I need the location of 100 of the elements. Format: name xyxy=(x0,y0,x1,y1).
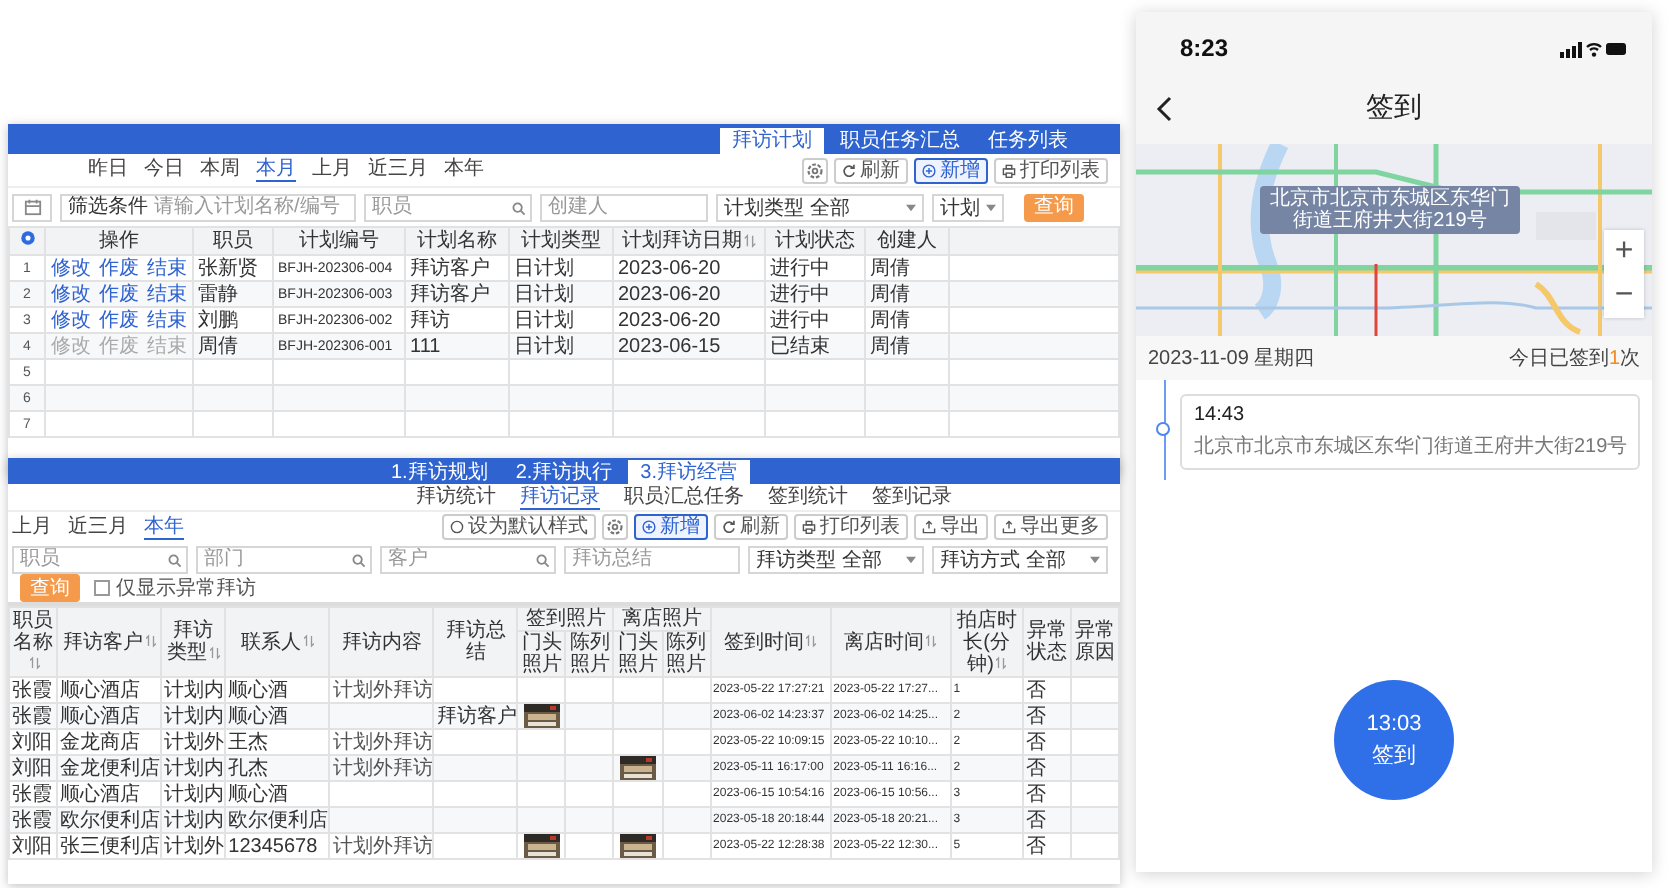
calendar-icon xyxy=(23,198,41,216)
export-icon xyxy=(1002,520,1016,534)
period-tab[interactable]: 本月 xyxy=(256,158,296,182)
toolbar-button[interactable]: 打印列表 xyxy=(994,157,1108,183)
period-tab[interactable]: 昨日 xyxy=(88,158,128,182)
caret-icon xyxy=(1090,555,1100,563)
toolbar-button[interactable]: 新增 xyxy=(914,157,988,183)
search-icon xyxy=(352,553,366,567)
tab[interactable]: 拜访计划 xyxy=(720,128,824,154)
select-field[interactable]: 拜访方式 全部 xyxy=(932,545,1108,573)
sort-icon[interactable] xyxy=(926,634,937,649)
date-field[interactable] xyxy=(12,193,52,221)
column-header: 陈列照片 xyxy=(565,631,614,677)
period-tab[interactable]: 近三月 xyxy=(368,158,428,182)
sub-tab[interactable]: 职员汇总任务 xyxy=(624,485,744,509)
sort-icon[interactable] xyxy=(29,656,40,671)
column-header: 职员 xyxy=(193,227,273,255)
status-icons xyxy=(1560,39,1628,57)
sub-tab[interactable]: 签到统计 xyxy=(768,485,848,509)
caret-icon xyxy=(906,555,916,563)
refresh-icon xyxy=(842,163,856,177)
table-cell: 日计划 xyxy=(509,281,613,307)
settings-icon[interactable] xyxy=(19,230,35,246)
settings-button[interactable] xyxy=(602,514,628,540)
table-cell: 计划外 xyxy=(161,833,226,859)
toolbar-button[interactable]: 导出 xyxy=(914,514,988,540)
table-cell: 111 xyxy=(405,333,509,359)
filter-field[interactable]: 创建人 xyxy=(540,193,708,221)
field-label: 筛选条件 xyxy=(68,195,148,219)
tab[interactable]: 任务列表 xyxy=(976,128,1080,154)
table-cell: 12345678 xyxy=(225,833,330,859)
table-cell: 2023-06-20 xyxy=(613,281,765,307)
select-field[interactable]: 计划类型 全部 xyxy=(716,193,924,221)
circle-icon xyxy=(450,520,464,534)
period-tab[interactable]: 近三月 xyxy=(68,515,128,539)
action-link[interactable]: 结束 xyxy=(147,283,187,305)
select-field[interactable]: 拜访类型 全部 xyxy=(748,545,924,573)
search-field[interactable]: 职员 xyxy=(12,545,188,573)
sort-icon[interactable] xyxy=(303,634,314,649)
toolbar-button[interactable]: 新增 xyxy=(634,514,708,540)
tab[interactable]: 1.拜访规划 xyxy=(378,460,500,484)
search-field[interactable]: 客户 xyxy=(380,545,556,573)
printer-icon xyxy=(1002,163,1016,177)
search-icon xyxy=(536,553,550,567)
period-tab[interactable]: 今日 xyxy=(144,158,184,182)
column-header: 异常状态 xyxy=(1022,607,1071,677)
toolbar-button[interactable]: 刷新 xyxy=(834,157,908,183)
sort-icon[interactable] xyxy=(145,634,156,649)
tab[interactable]: 职员任务汇总 xyxy=(828,128,972,154)
checkin-count: 今日已签到1次 xyxy=(1508,346,1640,372)
search-field[interactable]: 职员 xyxy=(364,193,532,221)
search-icon xyxy=(512,201,526,215)
action-link[interactable]: 结束 xyxy=(147,309,187,331)
select-field[interactable]: 计划 xyxy=(932,193,1004,221)
tab[interactable]: 3.拜访经营 xyxy=(628,460,750,484)
sub-tab[interactable]: 拜访记录 xyxy=(520,485,600,509)
column-header: 计划类型 xyxy=(509,227,613,255)
filter-field[interactable]: 拜访总结 xyxy=(564,545,740,573)
column-header: 陈列照片 xyxy=(662,631,711,677)
checkbox[interactable] xyxy=(94,580,110,596)
sub-tab[interactable]: 签到记录 xyxy=(872,485,952,509)
toolbar-button[interactable]: 导出更多 xyxy=(994,514,1108,540)
column-group-header: 离店照片 xyxy=(613,607,711,631)
period-tab[interactable]: 本年 xyxy=(444,158,484,182)
sort-icon[interactable] xyxy=(806,634,817,649)
status-time: 8:23 xyxy=(1180,34,1229,62)
period-tab[interactable]: 本年 xyxy=(144,515,184,539)
zoom-in-button[interactable]: + xyxy=(1604,230,1644,274)
toolbar-button[interactable]: 打印列表 xyxy=(794,514,908,540)
back-button[interactable] xyxy=(1156,94,1176,122)
column-header: 异常原因 xyxy=(1070,607,1119,677)
sort-icon[interactable] xyxy=(995,656,1006,671)
period-tab[interactable]: 上月 xyxy=(12,515,52,539)
column-header: 离店时间 xyxy=(830,607,951,677)
sort-icon[interactable] xyxy=(744,233,756,248)
table-cell: 孔杰 xyxy=(225,755,330,781)
action-link[interactable]: 修改 xyxy=(51,283,91,305)
period-tab[interactable]: 上月 xyxy=(312,158,352,182)
column-header: 拜访内容 xyxy=(329,607,434,677)
zoom-out-button[interactable]: − xyxy=(1604,274,1644,318)
action-link[interactable]: 修改 xyxy=(51,309,91,331)
table-cell: 已结束 xyxy=(765,333,865,359)
toolbar-button[interactable]: 设为默认样式 xyxy=(442,514,596,540)
action-link[interactable]: 结束 xyxy=(147,257,187,279)
settings-button[interactable] xyxy=(802,157,828,183)
checkin-button[interactable]: 13:03 签到 xyxy=(1334,680,1454,800)
table-cell: 周倩 xyxy=(193,333,273,359)
column-header: 计划状态 xyxy=(765,227,865,255)
action-link[interactable]: 修改 xyxy=(51,257,91,279)
table-cell: 张霞 xyxy=(9,807,58,833)
sort-icon[interactable] xyxy=(209,645,220,660)
search-field[interactable]: 部门 xyxy=(196,545,372,573)
column-group-header: 签到照片 xyxy=(517,607,614,631)
plus-circle-icon xyxy=(922,163,936,177)
table-cell: 雷静 xyxy=(193,281,273,307)
toolbar-button[interactable]: 刷新 xyxy=(714,514,788,540)
period-tab[interactable]: 本周 xyxy=(200,158,240,182)
tab[interactable]: 2.拜访执行 xyxy=(503,460,625,484)
table-cell: 2023-06-15 xyxy=(613,333,765,359)
sub-tab[interactable]: 拜访统计 xyxy=(416,485,496,509)
